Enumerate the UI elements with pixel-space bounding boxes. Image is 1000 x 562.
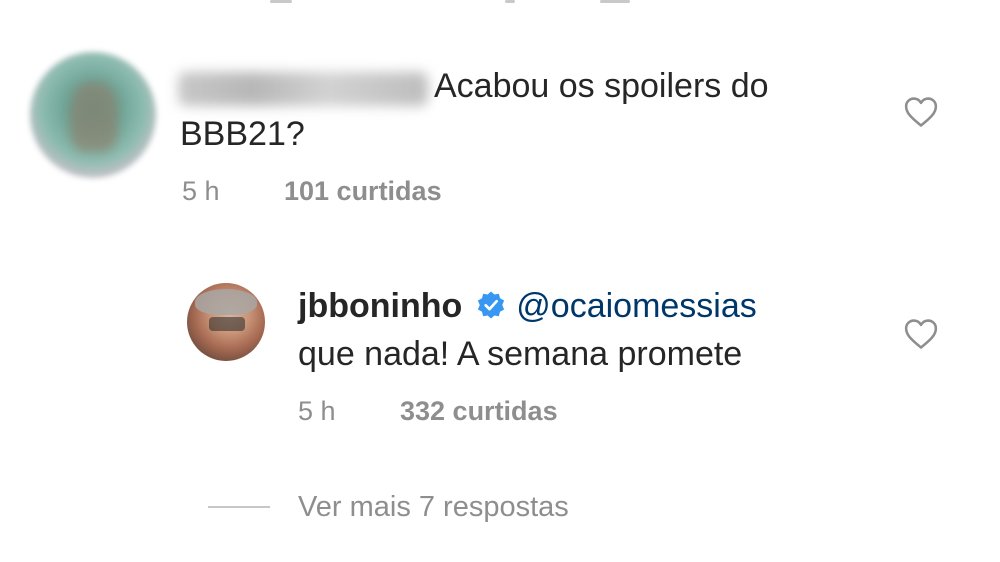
- username[interactable]: jbboninho: [298, 287, 462, 325]
- comment-text-line-1: Acabou os spoilers do: [434, 67, 769, 105]
- reply-text: que nada! A semana promete: [298, 335, 743, 373]
- likes-count-text: 332 curtidas: [400, 396, 558, 426]
- blurred-username: [178, 72, 428, 106]
- avatar[interactable]: [30, 52, 156, 178]
- heart-icon[interactable]: [904, 96, 938, 128]
- likes-count[interactable]: 332 curtidas: [400, 396, 558, 426]
- comment-time: 5 h: [298, 396, 336, 426]
- reply-comment: jbboninho @ocaiomessias que nada! A sema…: [0, 260, 1000, 450]
- comment-time: 5 h: [182, 176, 220, 206]
- avatar[interactable]: [187, 283, 265, 361]
- view-replies-divider: [208, 506, 270, 508]
- verified-badge-icon: [478, 291, 505, 319]
- mention-link[interactable]: @ocaiomessias: [516, 287, 757, 325]
- view-more-replies-button[interactable]: Ver mais 7 respostas: [298, 490, 569, 524]
- likes-count[interactable]: 101 curtidas: [284, 176, 442, 206]
- comment-text-line-2: BBB21?: [180, 115, 305, 153]
- reply-header: jbboninho @ocaiomessias: [298, 286, 757, 326]
- likes-count-text: 101 curtidas: [284, 176, 442, 206]
- comment-1: Acabou os spoilers do BBB21? 5 h 101 cur…: [0, 0, 1000, 230]
- heart-icon[interactable]: [904, 318, 938, 350]
